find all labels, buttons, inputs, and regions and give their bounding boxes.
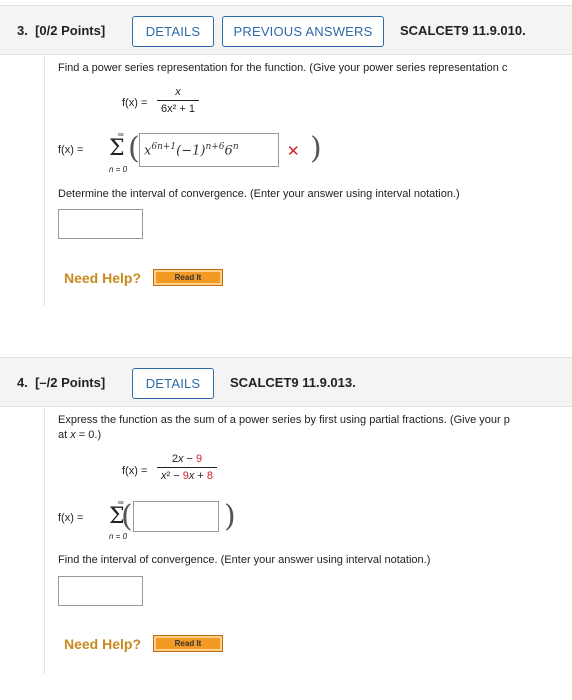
q3-interval-input[interactable]: [58, 209, 143, 239]
q3-answer-expression: x6n+1(−1)n+66n: [144, 142, 239, 159]
q4-series-lhs: f(x) =: [58, 512, 84, 524]
q3-code: SCALCET9 11.9.010.: [400, 23, 526, 38]
q3-number: 3. [0/2 Points]: [17, 23, 106, 38]
q4-points: [–/2 Points]: [35, 375, 106, 390]
q4-fraction: 2x − 9 x² − 9x + 8: [157, 453, 217, 482]
q4-left-paren: (: [121, 499, 133, 534]
q3-left-paren: (: [128, 131, 140, 166]
q3-sigma-icon: Σ: [109, 136, 125, 161]
q4-prompt-line2: at x = 0.): [58, 429, 102, 441]
q4-fx-label: f(x) =: [122, 465, 148, 477]
q3-need-help: Need Help?: [64, 270, 142, 286]
q3-points: [0/2 Points]: [35, 23, 106, 38]
q3-series-lhs: f(x) =: [58, 144, 84, 156]
q4-need-help: Need Help?: [64, 636, 142, 652]
q4-denominator: x² − 9x + 8: [157, 467, 217, 482]
q4-prompt-line1: Express the function as the sum of a pow…: [58, 414, 510, 426]
q3-header: 3. [0/2 Points] DETAILS PREVIOUS ANSWERS…: [0, 5, 572, 55]
q3-interval-prompt: Determine the interval of convergence. (…: [58, 188, 460, 200]
q3-fx-label: f(x) =: [122, 97, 148, 109]
q4-right-paren: ): [224, 499, 236, 534]
q4-code: SCALCET9 11.9.013.: [230, 375, 356, 390]
q3-previous-answers-button[interactable]: PREVIOUS ANSWERS: [222, 16, 384, 47]
q4-series-answer-input[interactable]: [133, 501, 219, 532]
incorrect-x-icon: ✕: [287, 143, 300, 160]
q3-denominator: 6x² + 1: [157, 100, 199, 115]
q3-numerator: x: [175, 86, 181, 98]
q3-fraction: x 6x² + 1: [157, 86, 199, 115]
q3-details-button[interactable]: DETAILS: [132, 16, 214, 47]
q3-series-answer-input[interactable]: x6n+1(−1)n+66n: [139, 133, 279, 167]
q4-numerator: 2x − 9: [171, 453, 203, 465]
q3-body: Find a power series representation for t…: [44, 56, 572, 306]
q4-header: 4. [–/2 Points] DETAILS SCALCET9 11.9.01…: [0, 357, 572, 407]
q4-details-button[interactable]: DETAILS: [132, 368, 214, 399]
q4-interval-input[interactable]: [58, 576, 143, 606]
q3-sigma-bottom: n = 0: [109, 165, 128, 174]
q3-read-it-button[interactable]: Read It: [153, 269, 223, 286]
q3-right-paren: ): [310, 131, 322, 166]
q4-number: 4. [–/2 Points]: [17, 375, 106, 390]
q3-prompt: Find a power series representation for t…: [58, 62, 508, 74]
q4-read-it-button[interactable]: Read It: [153, 635, 223, 652]
q4-interval-prompt: Find the interval of convergence. (Enter…: [58, 554, 431, 566]
q4-body: Express the function as the sum of a pow…: [44, 408, 572, 674]
